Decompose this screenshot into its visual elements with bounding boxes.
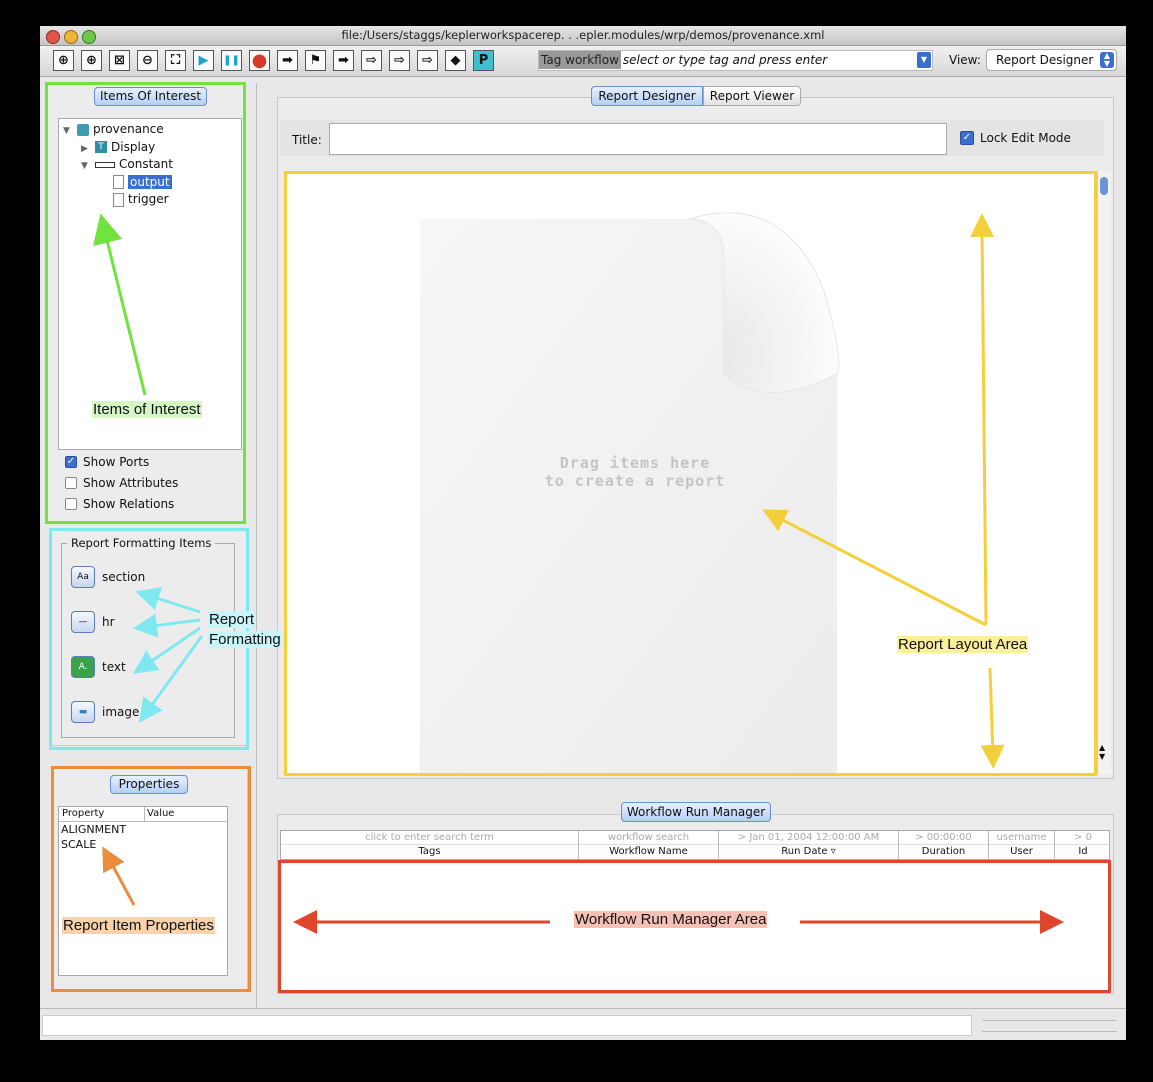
annotation-report-layout: Report Layout Area [897,636,1029,653]
annotation-report-formatting-1: Report [208,611,256,628]
annotation-report-item-properties: Report Item Properties [62,917,215,934]
annotation-report-formatting-2: Formatting [208,631,282,648]
annotation-items-of-interest: Items of Interest [92,401,202,418]
annotation-run-manager-area: Workflow Run Manager Area [574,911,768,928]
